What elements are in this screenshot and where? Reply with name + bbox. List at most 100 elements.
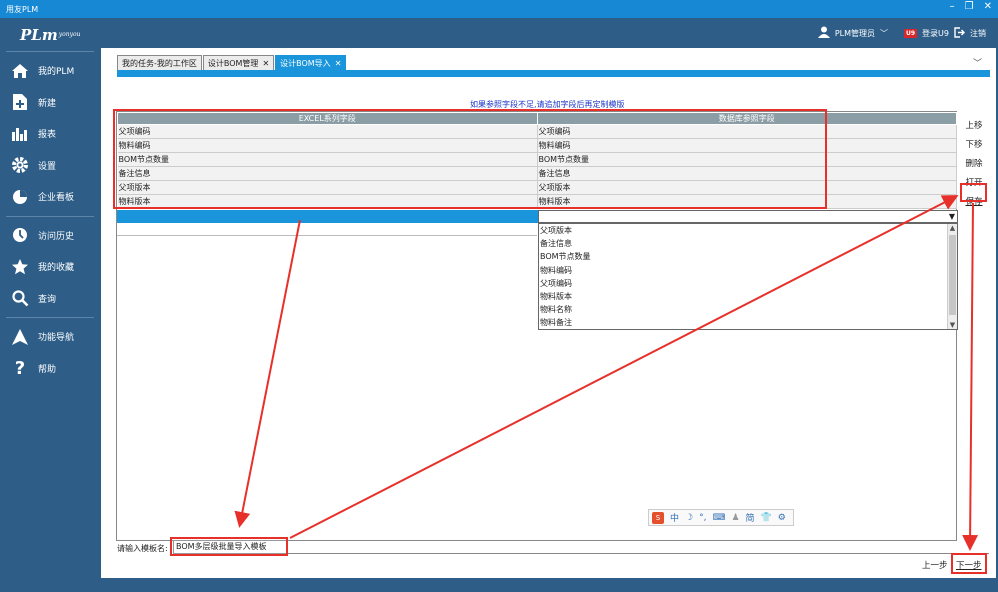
tab-close-icon[interactable]: ✕ bbox=[335, 59, 342, 68]
db-field-cell[interactable]: 父项编码 bbox=[537, 124, 957, 139]
db-field-cell[interactable]: 物料版本 bbox=[537, 194, 957, 209]
sidebar-item-search[interactable]: 查询 bbox=[6, 283, 94, 315]
db-field-dropdown-list[interactable]: 父项版本 备注信息 BOM节点数量 物料编码 父项编码 物料版本 物料名称 物料… bbox=[538, 223, 958, 330]
clock-icon bbox=[10, 225, 30, 245]
keyboard-icon[interactable]: ⌨ bbox=[712, 513, 725, 523]
window-title: 用友PLM bbox=[6, 4, 39, 14]
sidebar-item-history[interactable]: 访问历史 bbox=[6, 220, 94, 252]
sidebar-item-dashboard[interactable]: 企业看板 bbox=[6, 181, 94, 213]
table-row[interactable]: 父项版本 父项版本 bbox=[117, 180, 957, 195]
next-step-button[interactable]: 下一步 bbox=[956, 559, 982, 571]
sidebar-item-settings[interactable]: 设置 bbox=[6, 150, 94, 182]
delete-button[interactable]: 删除 bbox=[963, 153, 985, 172]
dropdown-option[interactable]: BOM节点数量 bbox=[539, 250, 957, 263]
column-header-database: 数据库参照字段 bbox=[536, 112, 957, 125]
tab-design-bom-import[interactable]: 设计BOM导入 ✕ bbox=[275, 55, 347, 70]
scroll-up-icon[interactable]: ▲ bbox=[948, 224, 957, 232]
ime-chinese-toggle[interactable]: 中 bbox=[670, 511, 679, 524]
new-document-icon bbox=[10, 92, 30, 112]
punctuation-icon[interactable]: °, bbox=[699, 513, 706, 523]
tab-close-icon[interactable]: ✕ bbox=[262, 59, 269, 68]
help-icon: ? bbox=[14, 357, 26, 379]
sidebar-item-new[interactable]: 新建 bbox=[6, 87, 94, 119]
sidebar-item-help[interactable]: ? 帮助 bbox=[6, 353, 94, 385]
template-name-label: 请输入模板名: bbox=[117, 544, 168, 553]
table-row[interactable]: 备注信息 备注信息 bbox=[117, 166, 957, 181]
dropdown-option[interactable]: 物料编码 bbox=[539, 264, 957, 277]
home-icon bbox=[10, 61, 30, 81]
db-field-cell[interactable]: 父项版本 bbox=[537, 180, 957, 195]
user-icon[interactable]: ♟ bbox=[731, 513, 739, 523]
sidebar-item-my-plm[interactable]: 我的PLM bbox=[6, 55, 94, 87]
window-controls: – ❐ ✕ bbox=[950, 1, 992, 12]
table-header-row: EXCEL系列字段 数据库参照字段 bbox=[117, 112, 957, 125]
plm-logo: PLm yonyou bbox=[6, 18, 94, 52]
logout-link[interactable]: 注销 bbox=[970, 28, 986, 39]
login-u9-link[interactable]: 登录U9 bbox=[922, 28, 949, 39]
template-name-input[interactable]: BOM多层级批量导入模板 bbox=[173, 540, 287, 554]
tab-accent-bar bbox=[117, 70, 990, 77]
db-field-cell[interactable]: 物料编码 bbox=[537, 138, 957, 153]
move-up-button[interactable]: 上移 bbox=[963, 115, 985, 134]
nav-group-main: 我的PLM 新建 报表 设置 企业看板 bbox=[6, 52, 94, 217]
pie-chart-icon bbox=[10, 187, 30, 207]
table-row[interactable]: 物料编码 物料编码 bbox=[117, 138, 957, 153]
user-name[interactable]: PLM管理员 bbox=[835, 28, 875, 39]
sidebar-item-navigation[interactable]: 功能导航 bbox=[6, 321, 94, 353]
dropdown-arrow-icon[interactable]: ▼ bbox=[949, 212, 955, 221]
open-button[interactable]: 打开 bbox=[963, 172, 985, 191]
hint-link[interactable]: 如果参照字段不足,请追加字段后再定制模版 bbox=[470, 99, 625, 110]
sidebar-item-report[interactable]: 报表 bbox=[6, 118, 94, 150]
excel-field-cell[interactable]: 备注信息 bbox=[117, 166, 538, 181]
minimize-icon[interactable]: – bbox=[950, 1, 955, 12]
dropdown-option[interactable]: 父项版本 bbox=[539, 224, 957, 237]
dropdown-option[interactable]: 物料备注 bbox=[539, 316, 957, 329]
ime-simplified-toggle[interactable]: 简 bbox=[746, 511, 755, 524]
bar-chart-icon bbox=[10, 124, 30, 144]
table-row[interactable]: 父项编码 父项编码 bbox=[117, 124, 957, 139]
tab-list-chevron-icon[interactable]: ﹀ bbox=[973, 56, 982, 69]
content-bottom-strip bbox=[100, 578, 998, 592]
ime-toolbar: S 中 ☽ °, ⌨ ♟ 简 👕 ⚙ bbox=[648, 509, 794, 526]
chevron-down-icon[interactable]: ﹀ bbox=[880, 28, 888, 39]
dropdown-option[interactable]: 父项编码 bbox=[539, 277, 957, 290]
tab-my-tasks[interactable]: 我的任务-我的工作区 bbox=[117, 55, 202, 70]
side-action-group: 上移 下移 删除 打开 保存 bbox=[963, 115, 985, 210]
column-header-excel: EXCEL系列字段 bbox=[117, 112, 538, 125]
save-button[interactable]: 保存 bbox=[963, 191, 985, 210]
sidebar-item-favorites[interactable]: 我的收藏 bbox=[6, 251, 94, 283]
excel-field-cell[interactable]: 父项编码 bbox=[117, 124, 538, 139]
scrollbar-thumb[interactable] bbox=[949, 235, 956, 315]
window-titlebar: 用友PLM – ❐ ✕ bbox=[0, 0, 998, 18]
settings-gear-icon[interactable]: ⚙ bbox=[778, 513, 786, 523]
table-row[interactable]: 物料版本 物料版本 bbox=[117, 194, 957, 209]
nav-group-personal: 访问历史 我的收藏 查询 bbox=[6, 217, 94, 318]
ime-logo-icon[interactable]: S bbox=[652, 511, 664, 524]
skin-icon[interactable]: 👕 bbox=[761, 513, 772, 523]
star-icon bbox=[10, 257, 30, 277]
search-icon bbox=[10, 288, 30, 308]
maximize-icon[interactable]: ❐ bbox=[965, 1, 974, 12]
excel-field-cell[interactable]: 父项版本 bbox=[117, 180, 538, 195]
dropdown-option[interactable]: 物料版本 bbox=[539, 290, 957, 303]
dropdown-option[interactable]: 物料名称 bbox=[539, 303, 957, 316]
gear-icon bbox=[10, 155, 30, 175]
dropdown-option[interactable]: 备注信息 bbox=[539, 237, 957, 250]
db-field-cell[interactable]: BOM节点数量 bbox=[537, 152, 957, 167]
logout-icon[interactable] bbox=[954, 26, 965, 40]
excel-field-cell[interactable]: 物料编码 bbox=[117, 138, 538, 153]
moon-icon[interactable]: ☽ bbox=[685, 513, 693, 523]
dropdown-scrollbar[interactable]: ▲ ▼ bbox=[947, 224, 957, 329]
db-field-select[interactable]: ▼ bbox=[538, 210, 958, 223]
table-row[interactable]: BOM节点数量 BOM节点数量 bbox=[117, 152, 957, 167]
previous-step-button[interactable]: 上一步 bbox=[922, 559, 948, 571]
excel-field-cell[interactable]: 物料版本 bbox=[117, 194, 538, 209]
scroll-down-icon[interactable]: ▼ bbox=[948, 321, 957, 329]
close-icon[interactable]: ✕ bbox=[984, 1, 992, 12]
new-row-excel-cell[interactable] bbox=[117, 210, 538, 223]
user-area: PLM管理员 ﹀ U9 登录U9 注销 bbox=[817, 26, 986, 40]
db-field-cell[interactable]: 备注信息 bbox=[537, 166, 957, 181]
move-down-button[interactable]: 下移 bbox=[963, 134, 985, 153]
excel-field-cell[interactable]: BOM节点数量 bbox=[117, 152, 538, 167]
tab-design-bom-management[interactable]: 设计BOM管理 ✕ bbox=[202, 55, 275, 70]
